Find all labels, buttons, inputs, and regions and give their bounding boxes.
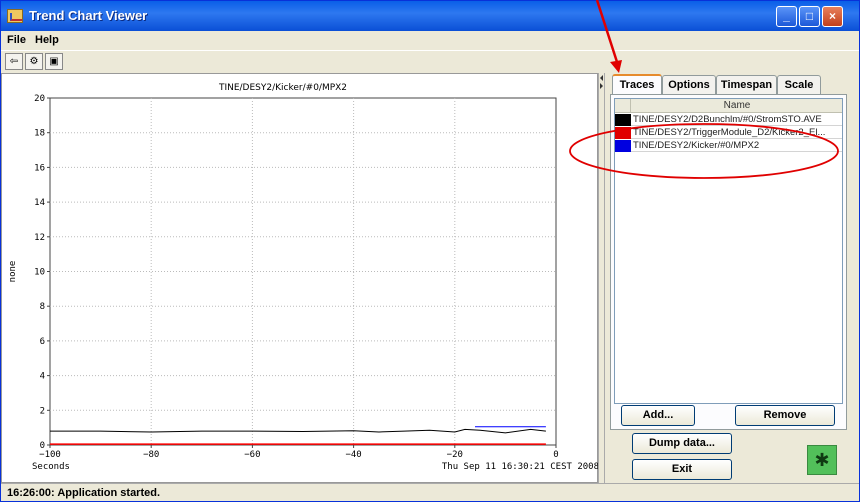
trace-row[interactable]: TINE/DESY2/TriggerModule_D2/Kicker2_El..… xyxy=(615,127,842,139)
trace-table: Name TINE/DESY2/D2Bunchlm/#0/StromSTO.AV… xyxy=(614,98,843,404)
toolbar: ⇦ ⚙ ▣ xyxy=(1,50,859,72)
x-tick-label: −40 xyxy=(345,450,361,460)
trace-name: TINE/DESY2/Kicker/#0/MPX2 xyxy=(633,140,760,151)
trace-name: TINE/DESY2/TriggerModule_D2/Kicker2_El..… xyxy=(633,127,826,138)
save-tool-icon[interactable]: ▣ xyxy=(45,53,63,70)
menu-bar: File Help xyxy=(1,32,859,50)
name-column-header: Name xyxy=(723,100,751,111)
maximize-button[interactable]: □ xyxy=(799,6,820,27)
y-tick-label: 20 xyxy=(34,94,45,104)
bug-report-icon[interactable]: ✱ xyxy=(807,445,837,475)
x-tick-label: −60 xyxy=(244,450,260,460)
traces-tab-body: Name TINE/DESY2/D2Bunchlm/#0/StromSTO.AV… xyxy=(610,94,847,430)
y-tick-label: 8 xyxy=(40,302,45,312)
chart-timestamp: Thu Sep 11 16:30:21 CEST 2008 xyxy=(442,462,599,472)
x-tick-label: −20 xyxy=(447,450,463,460)
chart-panel: TINE/DESY2/Kicker/#0/MPX2 0 2 4 6 8 10 12 14 16 18… xyxy=(1,73,599,483)
back-tool-icon[interactable]: ⇦ xyxy=(5,53,23,70)
trace-row[interactable]: TINE/DESY2/Kicker/#0/MPX2 xyxy=(615,140,842,152)
y-tick-label: 16 xyxy=(34,163,45,173)
tab-options[interactable]: Options xyxy=(662,75,716,95)
y-tick-label: 14 xyxy=(34,198,45,208)
title-bar[interactable]: Trend Chart Viewer _ □ × xyxy=(1,1,859,31)
settings-tool-icon[interactable]: ⚙ xyxy=(25,53,43,70)
collapse-right-icon[interactable] xyxy=(600,83,603,89)
trace-color-swatch xyxy=(615,114,631,126)
close-button[interactable]: × xyxy=(822,6,843,27)
x-tick-label: −100 xyxy=(39,450,61,460)
y-tick-label: 2 xyxy=(40,406,45,416)
color-column-header xyxy=(615,99,631,113)
chart-app-icon xyxy=(7,9,23,23)
main-window: Trend Chart Viewer _ □ × File Help ⇦ ⚙ ▣… xyxy=(0,0,860,502)
control-panel: Traces Options Timespan Scale Name TINE/… xyxy=(606,73,859,483)
trend-chart: TINE/DESY2/Kicker/#0/MPX2 0 2 4 6 8 10 12 14 16 18… xyxy=(8,83,599,472)
y-tick-label: 12 xyxy=(34,233,45,243)
x-tick-label: −80 xyxy=(143,450,159,460)
window-title: Trend Chart Viewer xyxy=(29,8,148,23)
minimize-button[interactable]: _ xyxy=(776,6,797,27)
y-axis-label: none xyxy=(8,261,18,283)
trace-color-swatch xyxy=(615,127,631,139)
tab-scale[interactable]: Scale xyxy=(777,75,821,95)
chart-title: TINE/DESY2/Kicker/#0/MPX2 xyxy=(218,83,347,93)
menu-help[interactable]: Help xyxy=(35,34,59,46)
dump-data-button[interactable]: Dump data... xyxy=(632,433,732,454)
status-bar: 16:26:00: Application started. xyxy=(1,483,859,501)
remove-trace-button[interactable]: Remove xyxy=(735,405,835,426)
x-tick-label: 0 xyxy=(553,450,558,460)
y-tick-label: 6 xyxy=(40,337,45,347)
collapse-left-icon[interactable] xyxy=(600,75,603,81)
trace-table-header: Name xyxy=(615,99,842,113)
trace-row[interactable]: TINE/DESY2/D2Bunchlm/#0/StromSTO.AVE xyxy=(615,114,842,126)
y-tick-label: 10 xyxy=(34,268,45,278)
x-axis-label: Seconds xyxy=(32,462,70,472)
tab-timespan[interactable]: Timespan xyxy=(716,75,777,95)
tab-traces[interactable]: Traces xyxy=(612,74,662,96)
exit-button[interactable]: Exit xyxy=(632,459,732,480)
menu-file[interactable]: File xyxy=(7,34,26,46)
y-tick-label: 4 xyxy=(40,372,45,382)
y-tick-label: 18 xyxy=(34,129,45,139)
add-trace-button[interactable]: Add... xyxy=(621,405,695,426)
split-pane-divider[interactable] xyxy=(598,73,605,483)
trace-name: TINE/DESY2/D2Bunchlm/#0/StromSTO.AVE xyxy=(633,114,822,125)
trace-color-swatch xyxy=(615,140,631,152)
